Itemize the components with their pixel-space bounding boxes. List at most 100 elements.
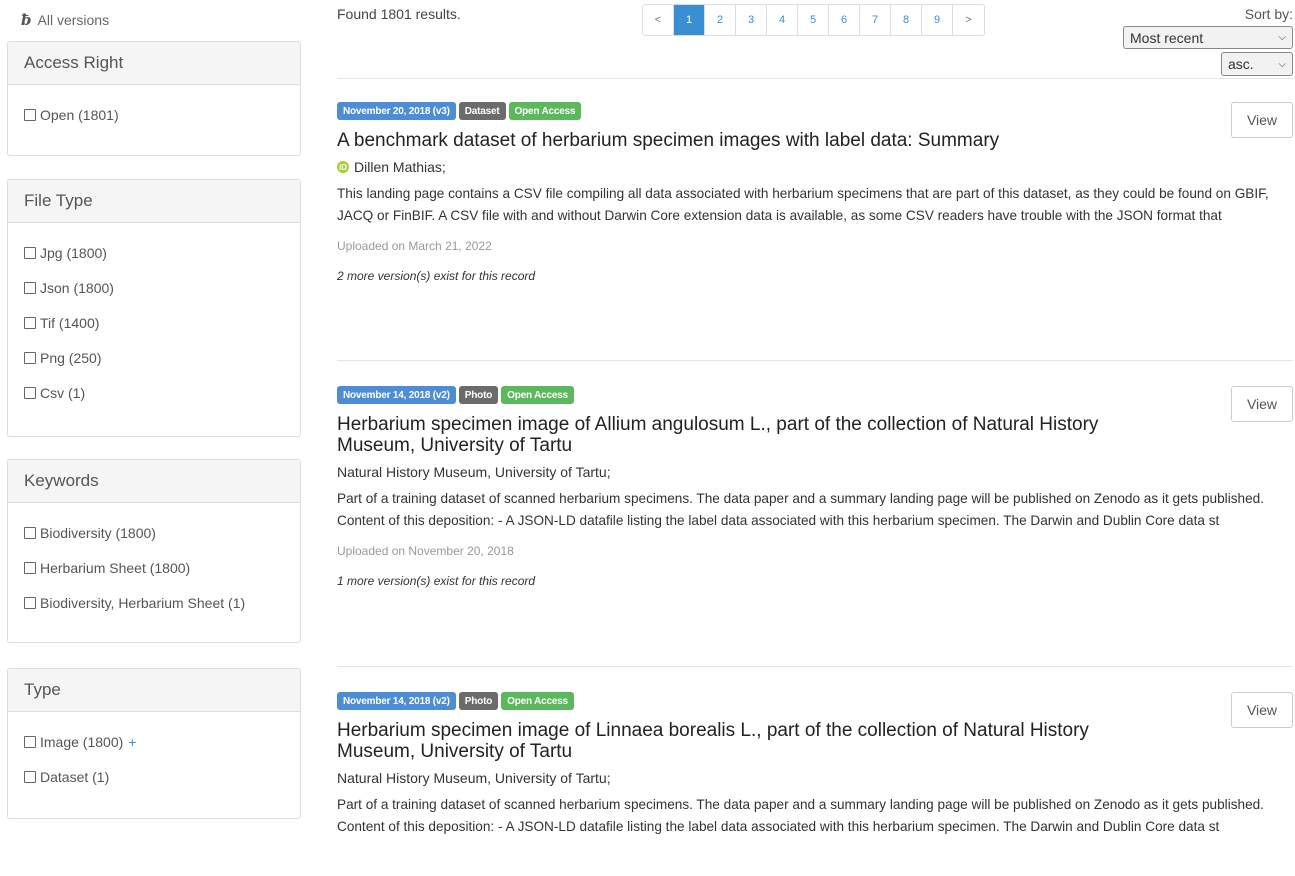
pagination-page-7[interactable]: 7 (860, 5, 891, 35)
facet-panel-title: Keywords (8, 460, 300, 503)
sort-direction-select[interactable]: asc. ⌵ (1221, 52, 1293, 76)
facet-option-json[interactable]: Json (1800) (24, 270, 284, 305)
checkbox-icon[interactable] (24, 281, 36, 294)
record-creators: Natural History Museum, University of Ta… (337, 464, 1295, 480)
checkbox-icon[interactable] (24, 316, 36, 329)
facet-option-label: Png (250) (40, 349, 102, 366)
record-creators-text: Natural History Museum, University of Ta… (337, 464, 611, 480)
record-date-badge[interactable]: November 14, 2018 (v2) (337, 692, 456, 710)
branch-icon: ƀ (21, 11, 32, 29)
pagination-page-9[interactable]: 9 (922, 5, 953, 35)
facet-option-label: Jpg (1800) (40, 244, 107, 261)
result-record: November 14, 2018 (v2) Photo Open Access… (337, 692, 1295, 838)
record-title: Herbarium specimen image of Linnaea bore… (337, 720, 1167, 762)
pagination: < 1 2 3 4 5 6 7 8 9 > (642, 4, 985, 36)
record-date-badge[interactable]: November 14, 2018 (v2) (337, 386, 456, 404)
facet-panel-title: Access Right (8, 42, 300, 85)
facet-option-label: Biodiversity, Herbarium Sheet (1) (40, 594, 246, 611)
record-title-link[interactable]: Herbarium specimen image of Allium angul… (337, 414, 1098, 456)
orcid-icon[interactable]: iD (337, 161, 349, 173)
facet-option-dataset[interactable]: Dataset (1) (24, 759, 284, 794)
checkbox-icon[interactable] (24, 596, 36, 609)
record-versions-note: 1 more version(s) exist for this record (337, 574, 536, 588)
checkbox-icon[interactable] (24, 351, 36, 364)
chevron-down-icon: ⌵ (1278, 32, 1286, 43)
divider (337, 78, 1293, 79)
facet-option-label: Json (1800) (40, 279, 114, 296)
record-creators-text: Natural History Museum, University of Ta… (337, 770, 611, 786)
checkbox-icon[interactable] (24, 735, 36, 748)
facet-option-open[interactable]: Open (1801) (24, 97, 284, 132)
record-labels: November 14, 2018 (v2) Photo Open Access (337, 386, 1295, 404)
record-type-badge[interactable]: Photo (458, 386, 499, 404)
record-access-badge[interactable]: Open Access (501, 692, 574, 710)
pagination-page-1[interactable]: 1 (674, 5, 705, 35)
sort-order-value: Most recent (1130, 29, 1204, 46)
record-type-badge[interactable]: Photo (458, 692, 499, 710)
view-record-button[interactable]: View (1231, 692, 1293, 728)
facet-option-label: Biodiversity (1800) (40, 524, 156, 541)
record-versions-note: 2 more version(s) exist for this record (337, 269, 536, 283)
facet-option-tif[interactable]: Tif (1400) (24, 305, 284, 340)
expand-subtypes-button[interactable]: + (128, 734, 136, 750)
sort-direction-value: asc. (1228, 56, 1254, 72)
facet-option-image[interactable]: Image (1800) + (24, 724, 284, 759)
divider (337, 360, 1293, 361)
facet-option-label: Csv (1) (40, 384, 86, 401)
all-versions-link[interactable]: ƀ All versions (21, 11, 109, 29)
record-creators: iD Dillen Mathias; (337, 159, 1295, 175)
pagination-page-4[interactable]: 4 (767, 5, 798, 35)
facet-panel-type: Type Image (1800) + Dataset (1) (7, 668, 301, 819)
facet-option-label: Tif (1400) (40, 314, 100, 331)
pagination-page-2[interactable]: 2 (705, 5, 736, 35)
facet-option-herbarium-sheet[interactable]: Herbarium Sheet (1800) (24, 550, 284, 585)
record-uploaded-date: Uploaded on November 20, 2018 (337, 544, 514, 558)
facet-option-csv[interactable]: Csv (1) (24, 375, 284, 410)
pagination-next-button[interactable]: > (953, 5, 984, 35)
divider (337, 666, 1293, 667)
checkbox-icon[interactable] (24, 386, 36, 399)
result-record: November 20, 2018 (v3) Dataset Open Acce… (337, 102, 1295, 283)
facet-option-biodiversity[interactable]: Biodiversity (1800) (24, 515, 284, 550)
record-uploaded-date: Uploaded on March 21, 2022 (337, 239, 492, 253)
record-labels: November 20, 2018 (v3) Dataset Open Acce… (337, 102, 1295, 120)
facet-panel-keywords: Keywords Biodiversity (1800) Herbarium S… (7, 459, 301, 643)
facet-option-png[interactable]: Png (250) (24, 340, 284, 375)
pagination-prev-button[interactable]: < (643, 5, 674, 35)
checkbox-icon[interactable] (24, 246, 36, 259)
checkbox-icon[interactable] (24, 561, 36, 574)
facet-option-jpg[interactable]: Jpg (1800) (24, 235, 284, 270)
record-title-link[interactable]: A benchmark dataset of herbarium specime… (337, 130, 999, 151)
record-description: Part of a training dataset of scanned he… (337, 491, 1264, 528)
checkbox-icon[interactable] (24, 526, 36, 539)
record-title: A benchmark dataset of herbarium specime… (337, 130, 1167, 151)
record-type-badge[interactable]: Dataset (458, 102, 506, 120)
view-record-button[interactable]: View (1231, 386, 1293, 422)
facet-option-label: Open (1801) (40, 106, 119, 123)
pagination-page-3[interactable]: 3 (736, 5, 767, 35)
view-record-button[interactable]: View (1231, 102, 1293, 138)
checkbox-icon[interactable] (24, 770, 36, 783)
record-creators: Natural History Museum, University of Ta… (337, 770, 1295, 786)
record-creators-text: Dillen Mathias; (354, 159, 446, 175)
record-title-link[interactable]: Herbarium specimen image of Linnaea bore… (337, 720, 1089, 762)
checkbox-icon[interactable] (24, 108, 36, 121)
record-date-badge[interactable]: November 20, 2018 (v3) (337, 102, 456, 120)
record-description: This landing page contains a CSV file co… (337, 186, 1269, 223)
result-record: November 14, 2018 (v2) Photo Open Access… (337, 386, 1295, 588)
pagination-page-6[interactable]: 6 (829, 5, 860, 35)
record-labels: November 14, 2018 (v2) Photo Open Access (337, 692, 1295, 710)
record-title: Herbarium specimen image of Allium angul… (337, 414, 1167, 456)
pagination-page-8[interactable]: 8 (891, 5, 922, 35)
sort-order-select[interactable]: Most recent ⌵ (1123, 26, 1293, 49)
sort-by-label: Sort by: (1244, 6, 1293, 22)
pagination-page-5[interactable]: 5 (798, 5, 829, 35)
facet-panel-access-right: Access Right Open (1801) (7, 41, 301, 156)
record-access-badge[interactable]: Open Access (501, 386, 574, 404)
facet-panel-title: Type (8, 669, 300, 712)
facet-option-label: Herbarium Sheet (1800) (40, 559, 191, 576)
facet-option-biodiversity-herbarium-sheet[interactable]: Biodiversity, Herbarium Sheet (1) (24, 585, 284, 620)
all-versions-label: All versions (37, 12, 110, 28)
record-access-badge[interactable]: Open Access (508, 102, 582, 120)
facet-option-label: Dataset (1) (40, 768, 110, 785)
